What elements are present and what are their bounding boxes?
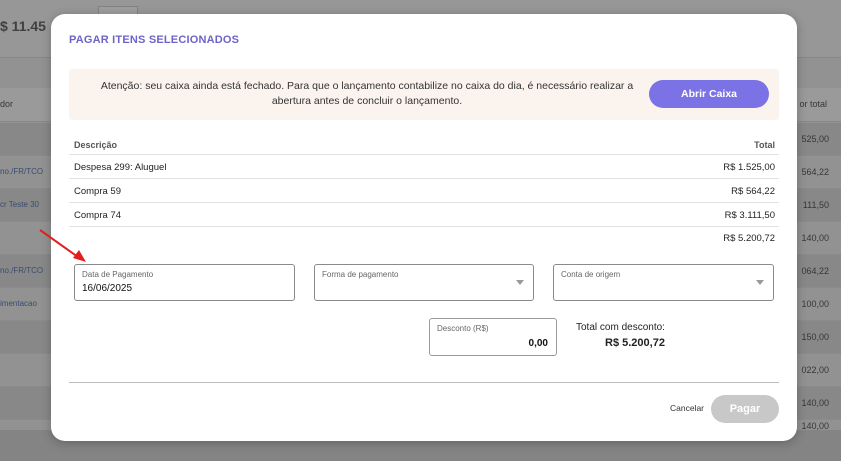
alert-message: Atenção: seu caixa ainda está fechado. P…: [100, 80, 634, 107]
chevron-down-icon[interactable]: [756, 280, 764, 285]
total-with-discount-label: Total com desconto:: [576, 322, 665, 333]
row-total: R$ 1.525,00: [723, 162, 775, 173]
footer-divider: [69, 382, 779, 383]
source-account-select[interactable]: Conta de origem: [553, 264, 774, 301]
table-row: Compra 74 R$ 3.111,50: [69, 203, 779, 227]
row-total: R$ 564,22: [731, 186, 775, 197]
discount-field[interactable]: Desconto (R$) 0,00: [429, 318, 557, 356]
modal-title: PAGAR ITENS SELECIONADOS: [69, 34, 240, 46]
table-row: Despesa 299: Aluguel R$ 1.525,00: [69, 155, 779, 179]
pay-items-modal: PAGAR ITENS SELECIONADOS Atenção: seu ca…: [51, 14, 797, 441]
table-grand-total-row: R$ 5.200,72: [69, 227, 779, 249]
payment-method-select[interactable]: Forma de pagamento: [314, 264, 534, 301]
discount-label: Desconto (R$): [437, 324, 489, 333]
cancel-button[interactable]: Cancelar: [670, 403, 704, 413]
cash-closed-alert: Atenção: seu caixa ainda está fechado. P…: [69, 69, 779, 120]
column-header-description: Descrição: [74, 140, 118, 150]
row-description: Compra 59: [74, 186, 121, 197]
pay-button[interactable]: Pagar: [711, 395, 779, 423]
source-account-label: Conta de origem: [561, 270, 621, 279]
discount-value[interactable]: 0,00: [529, 338, 548, 349]
chevron-down-icon[interactable]: [516, 280, 524, 285]
total-with-discount-value: R$ 5.200,72: [605, 337, 665, 349]
open-cash-button[interactable]: Abrir Caixa: [649, 80, 769, 108]
table-header: Descrição Total: [69, 135, 779, 155]
row-total: R$ 3.111,50: [724, 210, 775, 221]
row-description: Despesa 299: Aluguel: [74, 162, 167, 173]
items-table: Descrição Total Despesa 299: Aluguel R$ …: [69, 135, 779, 249]
payment-date-value[interactable]: 16/06/2025: [82, 283, 132, 294]
grand-total: R$ 5.200,72: [723, 233, 775, 244]
table-row: Compra 59 R$ 564,22: [69, 179, 779, 203]
payment-method-label: Forma de pagamento: [322, 270, 399, 279]
column-header-total: Total: [754, 140, 775, 150]
row-description: Compra 74: [74, 210, 121, 221]
payment-date-label: Data de Pagamento: [82, 270, 154, 279]
payment-date-field[interactable]: Data de Pagamento 16/06/2025: [74, 264, 295, 301]
